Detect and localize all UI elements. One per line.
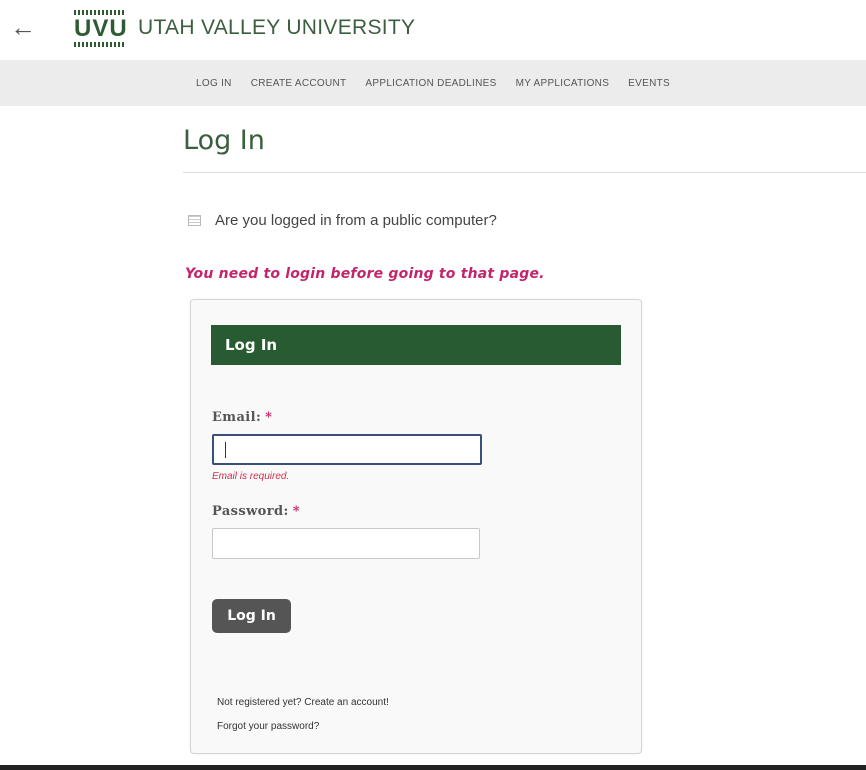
login-card: Log In Email: * Email is required. Passwo… [190,299,642,754]
bottom-border [0,765,866,770]
password-field[interactable] [212,528,480,559]
login-card-header: Log In [211,325,621,365]
logo-bottom-bar [74,42,126,47]
email-label-text: Email: [212,410,262,425]
nav-links: LOG IN CREATE ACCOUNT APPLICATION DEADLI… [196,60,689,106]
page-title: Log In [183,125,265,156]
password-label-text: Password: [212,504,289,519]
nav-item-log-in[interactable]: LOG IN [196,78,232,89]
nav-item-events[interactable]: EVENTS [628,78,670,89]
email-label: Email: * [212,410,272,425]
create-account-link[interactable]: Not registered yet? Create an account! [217,697,389,708]
forgot-password-link[interactable]: Forgot your password? [217,721,319,732]
nav-item-create-account[interactable]: CREATE ACCOUNT [251,78,347,89]
top-navigation: LOG IN CREATE ACCOUNT APPLICATION DEADLI… [0,60,866,106]
logo-text: UVU [74,15,128,42]
title-divider [183,172,866,173]
public-computer-label[interactable]: Are you logged in from a public computer… [215,212,497,229]
login-card-title: Log In [225,336,278,354]
nav-item-my-applications[interactable]: MY APPLICATIONS [516,78,610,89]
login-required-alert: You need to login before going to that p… [185,266,545,282]
back-arrow-icon[interactable]: ← [10,14,36,40]
university-name[interactable]: UTAH VALLEY UNIVERSITY [138,16,415,40]
email-error-message: Email is required. [212,471,290,482]
password-required-marker: * [292,504,300,519]
email-required-marker: * [265,410,273,425]
public-computer-row[interactable]: Are you logged in from a public computer… [188,212,497,229]
text-caret [225,442,226,458]
login-button[interactable]: Log In [212,599,291,633]
public-computer-checkbox[interactable] [188,215,201,226]
nav-item-application-deadlines[interactable]: APPLICATION DEADLINES [365,78,496,89]
email-field[interactable] [212,434,482,465]
password-label: Password: * [212,504,300,519]
uvu-logo[interactable]: UVU [74,10,128,48]
